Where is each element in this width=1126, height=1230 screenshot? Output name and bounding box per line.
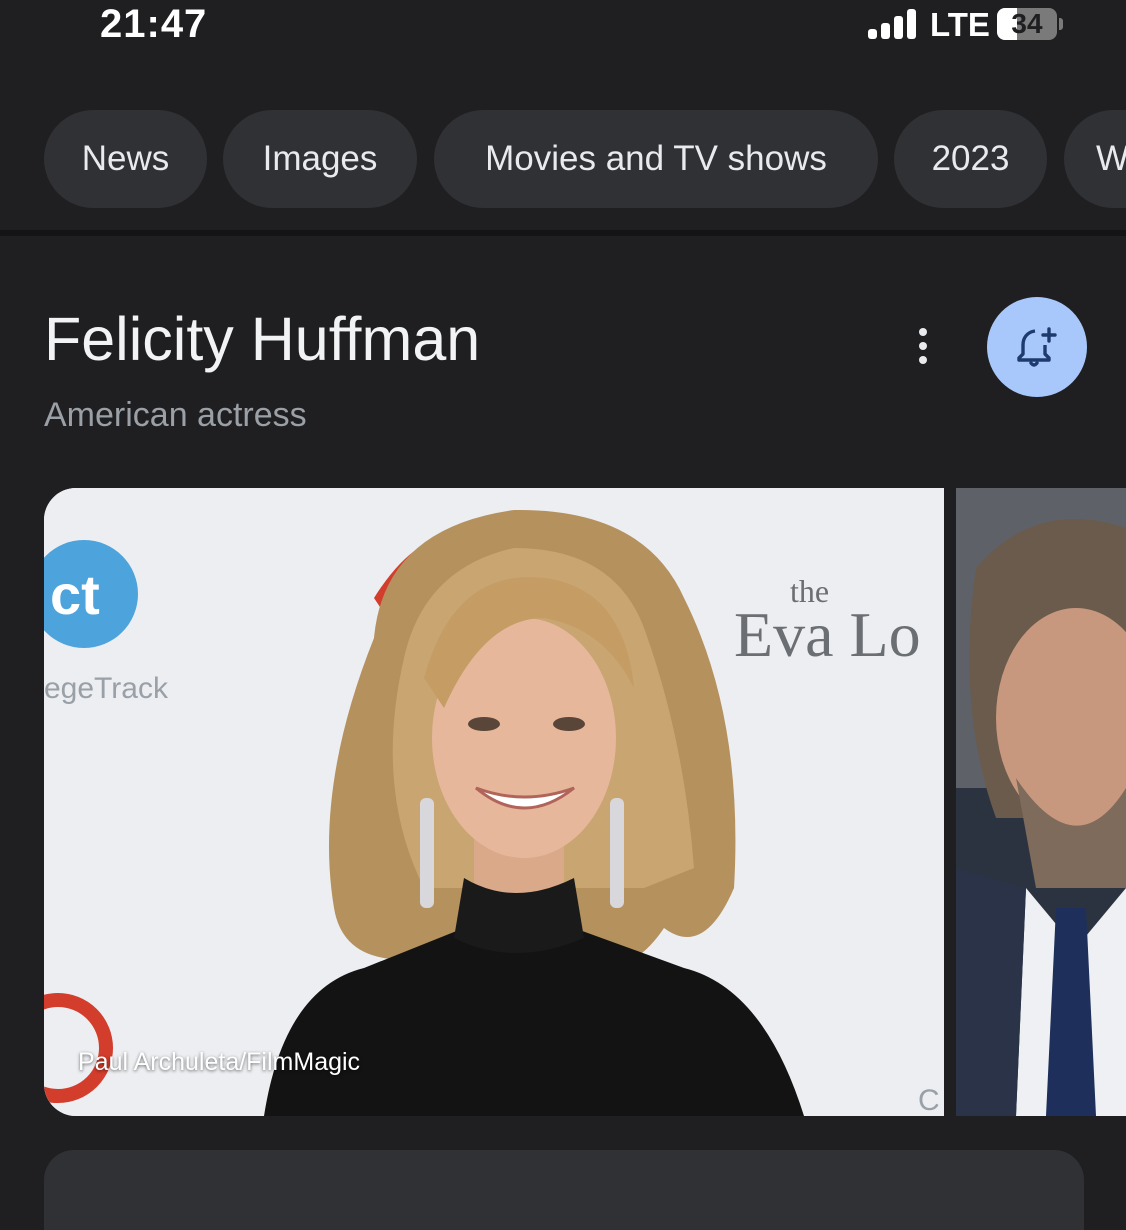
signal-icon	[868, 9, 920, 39]
secondary-photo[interactable]	[956, 488, 1126, 1116]
main-photo[interactable]: ct egeTrack the Eva Lo C Paul Archuleta/…	[44, 488, 944, 1116]
status-bar: 21:47 LTE 34	[0, 0, 1126, 88]
chip-images[interactable]: Images	[223, 110, 417, 208]
battery-icon: 34	[997, 8, 1063, 40]
chip-movies-tv[interactable]: Movies and TV shows	[434, 110, 878, 208]
entity-subtitle: American actress	[44, 396, 307, 434]
battery-level: 34	[1011, 8, 1043, 39]
chip-next[interactable]: W	[1064, 110, 1126, 208]
backdrop-text-main: Eva Lo	[734, 599, 921, 670]
status-time: 21:47	[100, 2, 208, 46]
more-options-button[interactable]	[900, 318, 946, 374]
follow-button[interactable]	[987, 297, 1087, 397]
next-card[interactable]	[44, 1150, 1084, 1230]
chip-2023[interactable]: 2023	[894, 110, 1047, 208]
bell-plus-icon	[1017, 327, 1057, 367]
entity-title: Felicity Huffman	[44, 305, 481, 373]
chip-news[interactable]: News	[44, 110, 207, 208]
actress-portrait-image: ct egeTrack the Eva Lo C	[44, 488, 944, 1116]
more-vert-icon	[919, 328, 927, 336]
secondary-portrait-image	[956, 488, 1126, 1116]
backdrop-logo-letters: ct	[50, 563, 100, 626]
backdrop-corner-text: C	[918, 1084, 940, 1116]
backdrop-logo-text: egeTrack	[44, 672, 169, 705]
photo-credit: Paul Archuleta/FilmMagic	[78, 1048, 361, 1076]
knowledge-panel: Felicity Huffman American actress ct ege…	[0, 242, 1126, 1230]
network-type: LTE	[930, 6, 990, 43]
filter-chips-bar: News Images Movies and TV shows 2023 W	[0, 88, 1126, 236]
